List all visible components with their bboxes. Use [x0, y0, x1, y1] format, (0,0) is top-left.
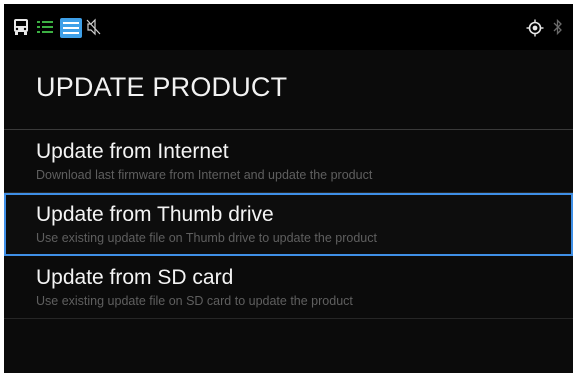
- update-options-list: Update from Internet Download last firmw…: [4, 130, 573, 319]
- menu-item-update-from-internet[interactable]: Update from Internet Download last firmw…: [4, 130, 573, 193]
- menu-item-title: Update from SD card: [36, 266, 234, 289]
- status-bar: [4, 4, 573, 50]
- menu-item-update-from-sd-card[interactable]: Update from SD card Use existing update …: [4, 256, 573, 319]
- empty-area: [4, 319, 573, 373]
- menu-item-subtitle: Download last firmware from Internet and…: [36, 168, 373, 182]
- menu-item-update-from-thumb-drive[interactable]: Update from Thumb drive Use existing upd…: [4, 193, 573, 256]
- page-title: UPDATE PRODUCT: [36, 72, 288, 102]
- bus-icon[interactable]: [12, 18, 30, 41]
- gps-target-icon[interactable]: [526, 19, 544, 42]
- device-screen: UPDATE PRODUCT Update from Internet Down…: [4, 4, 573, 373]
- media-icon[interactable]: [60, 18, 82, 43]
- menu-item-title: Update from Thumb drive: [36, 203, 274, 226]
- menu-item-title: Update from Internet: [36, 140, 229, 163]
- title-area: UPDATE PRODUCT: [4, 50, 573, 130]
- bluetooth-icon[interactable]: [552, 18, 564, 41]
- muted-speaker-icon[interactable]: [86, 18, 102, 41]
- menu-item-subtitle: Use existing update file on SD card to u…: [36, 294, 353, 308]
- menu-item-subtitle: Use existing update file on Thumb drive …: [36, 231, 377, 245]
- list-icon[interactable]: [36, 18, 54, 41]
